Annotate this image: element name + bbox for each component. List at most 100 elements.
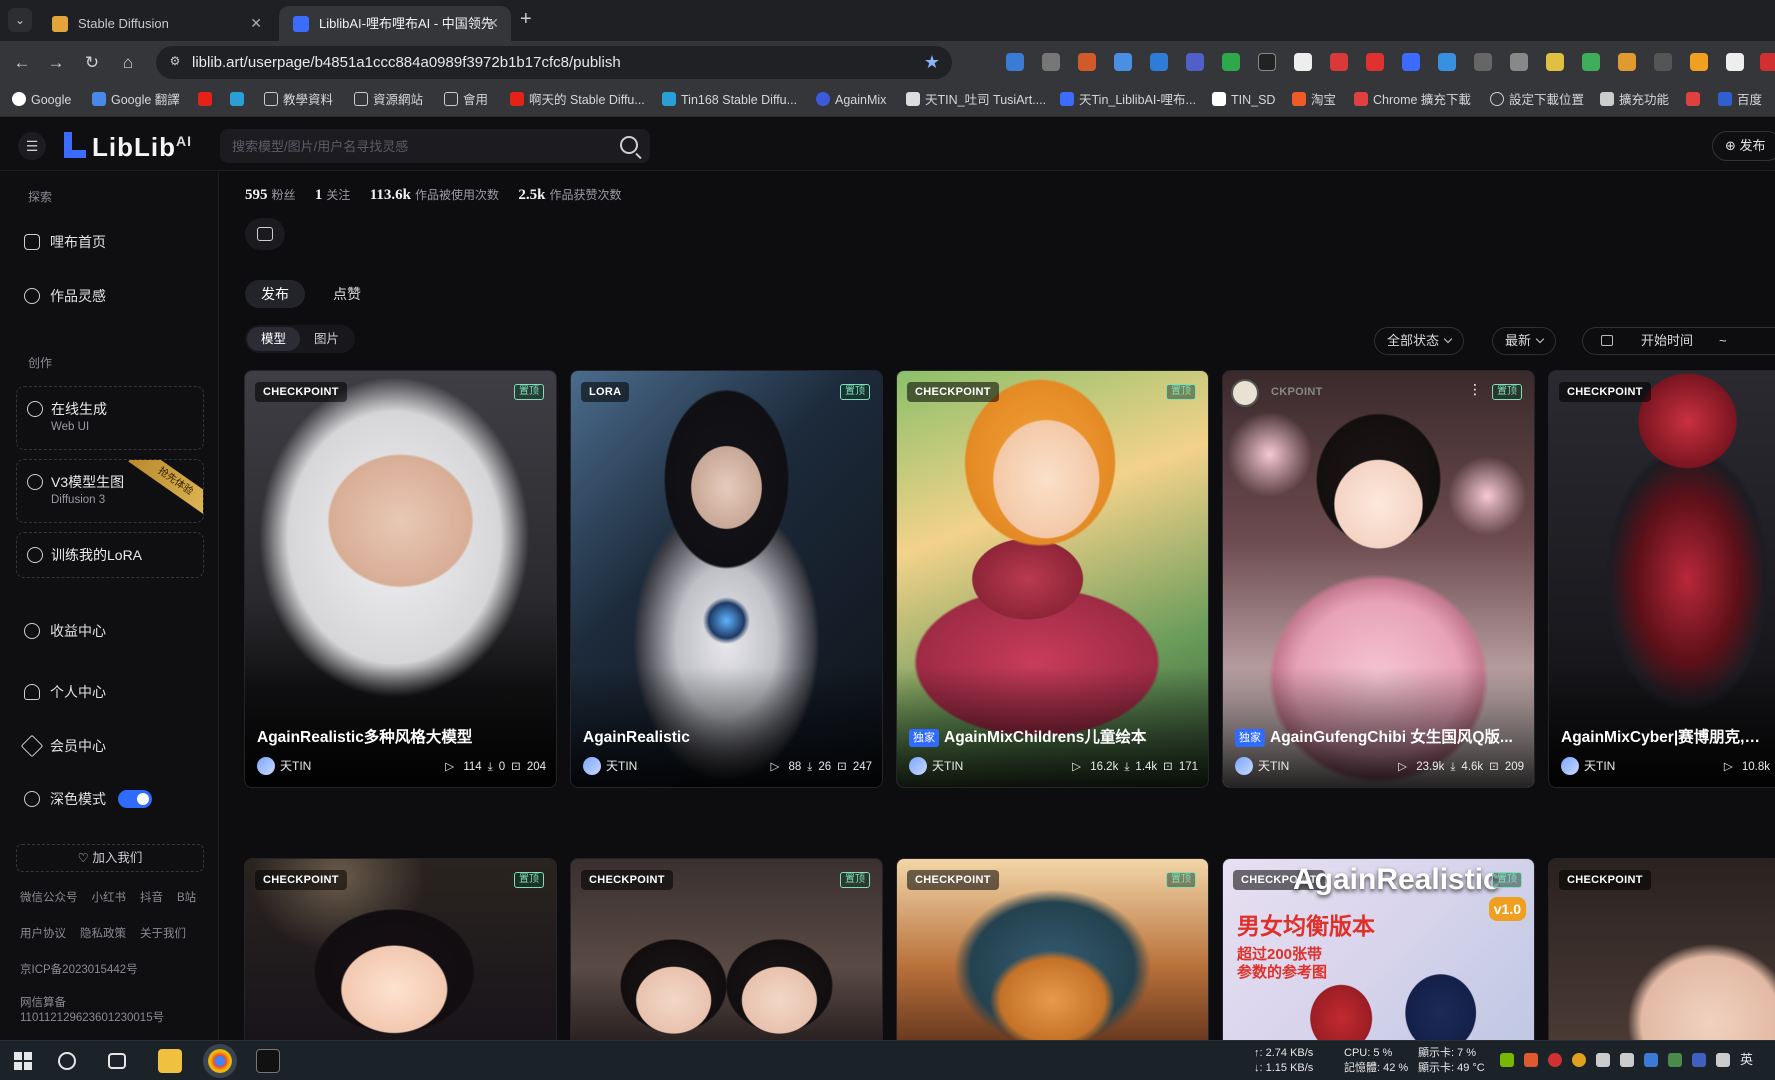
extension-icon[interactable] <box>1078 53 1096 71</box>
more-options-icon[interactable]: ⋮ <box>1468 381 1482 398</box>
file-explorer-icon[interactable] <box>158 1049 182 1073</box>
bookmark-item[interactable]: 百度 <box>1718 84 1762 117</box>
bookmark-item[interactable]: TIN_SD <box>1212 84 1275 117</box>
windows-start-icon[interactable] <box>12 1049 36 1073</box>
author-name[interactable]: 天TIN <box>1584 759 1615 773</box>
extension-icon[interactable] <box>1006 53 1024 71</box>
bookmark-folder[interactable]: 教學資料 <box>264 84 333 117</box>
model-card[interactable]: CKPOINT ⋮ 置顶 独家 AgainGufengChibi 女生国风Q版..… <box>1222 370 1535 788</box>
avatar[interactable] <box>1561 757 1579 775</box>
extension-icon[interactable] <box>1366 53 1384 71</box>
extension-icon[interactable] <box>1222 53 1240 71</box>
bookmark-item[interactable]: Tin168 Stable Diffu... <box>662 84 797 117</box>
model-card[interactable]: CHECKPOINT AgainMixCyber|赛博朋克,科幻 天TIN ▷ 1… <box>1548 370 1775 788</box>
sidebar-item-member[interactable]: 会员中心 <box>20 733 106 759</box>
bookmark-item[interactable] <box>198 84 217 117</box>
dark-mode-toggle[interactable] <box>118 790 152 808</box>
bookmark-item[interactable]: 設定下載位置 <box>1490 84 1584 117</box>
network-icon[interactable] <box>1620 1053 1634 1067</box>
footer-link[interactable]: 抖音 <box>140 892 163 904</box>
bluetooth-icon[interactable] <box>1644 1053 1658 1067</box>
forward-icon[interactable]: → <box>44 51 68 75</box>
bookmark-item[interactable] <box>230 84 249 117</box>
bookmark-folder[interactable]: 會用 <box>444 84 488 117</box>
subtab-images[interactable]: 图片 <box>300 327 353 351</box>
model-card[interactable]: CHECKPOINT 置顶 AgainRealistic多种风格大模型 天TIN… <box>244 370 557 788</box>
extension-icon[interactable] <box>1402 53 1420 71</box>
model-card[interactable]: CHECKPOINT AgainRealistic 男女均衡版本 超过200张带… <box>1222 858 1535 1040</box>
bookmark-folder[interactable]: 資源網站 <box>354 84 423 117</box>
icp-number[interactable]: 京ICP备2023015442号 <box>20 961 138 977</box>
bookmark-item[interactable]: 天TIN_吐司 TusiArt.... <box>906 84 1046 117</box>
extension-icon[interactable] <box>1760 53 1775 71</box>
avatar[interactable] <box>909 757 927 775</box>
bookmark-item[interactable]: 天Tin_LiblibAI-哩布... <box>1060 84 1196 117</box>
extension-icon[interactable] <box>1294 53 1312 71</box>
footer-link[interactable]: 微信公众号 <box>20 892 78 904</box>
bookmark-item[interactable] <box>1686 84 1705 117</box>
close-tab-icon[interactable]: ✕ <box>487 6 499 41</box>
terminal-icon[interactable] <box>256 1049 280 1073</box>
model-card[interactable]: CHECKPOINT 置顶 <box>244 858 557 1040</box>
join-us-button[interactable]: ♡ 加入我们 <box>16 844 204 872</box>
extension-icon[interactable] <box>1582 53 1600 71</box>
language-indicator[interactable]: 英 <box>1740 1053 1753 1067</box>
model-card[interactable]: LORA 置顶 AgainRealistic 天TIN ▷ 88 ⤓ 26 ⊡ 247 <box>570 370 883 788</box>
browser-tab-stable-diffusion[interactable]: Stable Diffusion ✕ <box>38 6 274 41</box>
adblock-icon[interactable] <box>1330 53 1348 71</box>
sidebar-item-home[interactable]: 哩布首页 <box>24 229 106 255</box>
author-name[interactable]: 天TIN <box>1258 759 1289 773</box>
url-text[interactable]: liblib.art/userpage/b4851a1ccc884a0989f3… <box>192 46 621 79</box>
home-icon[interactable]: ⌂ <box>116 51 140 75</box>
bookmark-item[interactable]: Chrome 擴充下載 <box>1354 84 1471 117</box>
tab-publish[interactable]: 发布 <box>245 280 305 308</box>
address-bar[interactable]: ⚙ liblib.art/userpage/b4851a1ccc884a0989… <box>156 46 952 79</box>
tray-icon[interactable] <box>1692 1053 1706 1067</box>
chrome-icon[interactable] <box>208 1049 232 1073</box>
sidebar-item-income[interactable]: 收益中心 <box>24 618 106 644</box>
bilibili-button[interactable] <box>245 218 285 250</box>
online-generate-card[interactable]: 在线生成 Web UI <box>16 386 204 450</box>
extension-icon[interactable] <box>1474 53 1492 71</box>
status-filter-dropdown[interactable]: 全部状态 <box>1374 327 1465 355</box>
footer-link[interactable]: 小红书 <box>92 892 127 904</box>
search-icon[interactable] <box>58 1052 76 1070</box>
ime-icon[interactable] <box>1716 1053 1730 1067</box>
extension-icon[interactable] <box>1726 53 1744 71</box>
search-input[interactable] <box>232 129 612 163</box>
author-name[interactable]: 天TIN <box>280 759 311 773</box>
footer-link[interactable]: 用户协议 <box>20 928 66 940</box>
publish-button[interactable]: ⊕ 发布 <box>1712 131 1775 161</box>
extension-icon[interactable] <box>1690 53 1708 71</box>
bookmark-item[interactable]: 淘宝 <box>1292 84 1336 117</box>
bookmark-item[interactable]: 擴充功能 <box>1600 84 1669 117</box>
footer-link[interactable]: 关于我们 <box>140 928 186 940</box>
tab-likes[interactable]: 点赞 <box>317 280 377 308</box>
new-tab-icon[interactable]: + <box>520 8 532 31</box>
bookmark-item[interactable]: Google 翻譯 <box>92 84 180 117</box>
browser-tab-liblib[interactable]: LiblibAI-哩布哩布AI - 中国领先 ✕ <box>279 6 511 41</box>
model-card[interactable]: CHECKPOINT 置顶 独家 AgainMixChildrens儿童绘本 天T… <box>896 370 1209 788</box>
extension-icon[interactable] <box>1258 53 1276 71</box>
record-tray-icon[interactable] <box>1548 1053 1562 1067</box>
tray-icon[interactable] <box>1524 1053 1538 1067</box>
sort-dropdown[interactable]: 最新 <box>1492 327 1557 355</box>
nvidia-tray-icon[interactable] <box>1500 1053 1514 1067</box>
avatar[interactable] <box>257 757 275 775</box>
model-card[interactable]: CHECKPOINT 置顶 <box>570 858 883 1040</box>
site-info-icon[interactable]: ⚙ <box>166 54 184 72</box>
tab-search-icon[interactable]: ⌄ <box>8 8 32 32</box>
extension-icon[interactable] <box>1150 53 1168 71</box>
v3-generate-card[interactable]: V3模型生图 Diffusion 3 抢先体验 <box>16 459 204 523</box>
author-name[interactable]: 天TIN <box>932 759 963 773</box>
train-lora-card[interactable]: 训练我的LoRA <box>16 532 204 578</box>
extension-icon[interactable] <box>1618 53 1636 71</box>
sidebar-item-profile[interactable]: 个人中心 <box>24 679 106 705</box>
task-view-icon[interactable] <box>108 1053 126 1069</box>
extension-icon[interactable] <box>1546 53 1564 71</box>
bookmark-item[interactable]: 啊天的 Stable Diffu... <box>510 84 645 117</box>
extension-icon[interactable] <box>1510 53 1528 71</box>
model-card[interactable]: CHECKPOINT <box>1548 858 1775 1040</box>
tray-icon[interactable] <box>1668 1053 1682 1067</box>
extension-icon[interactable] <box>1654 53 1672 71</box>
